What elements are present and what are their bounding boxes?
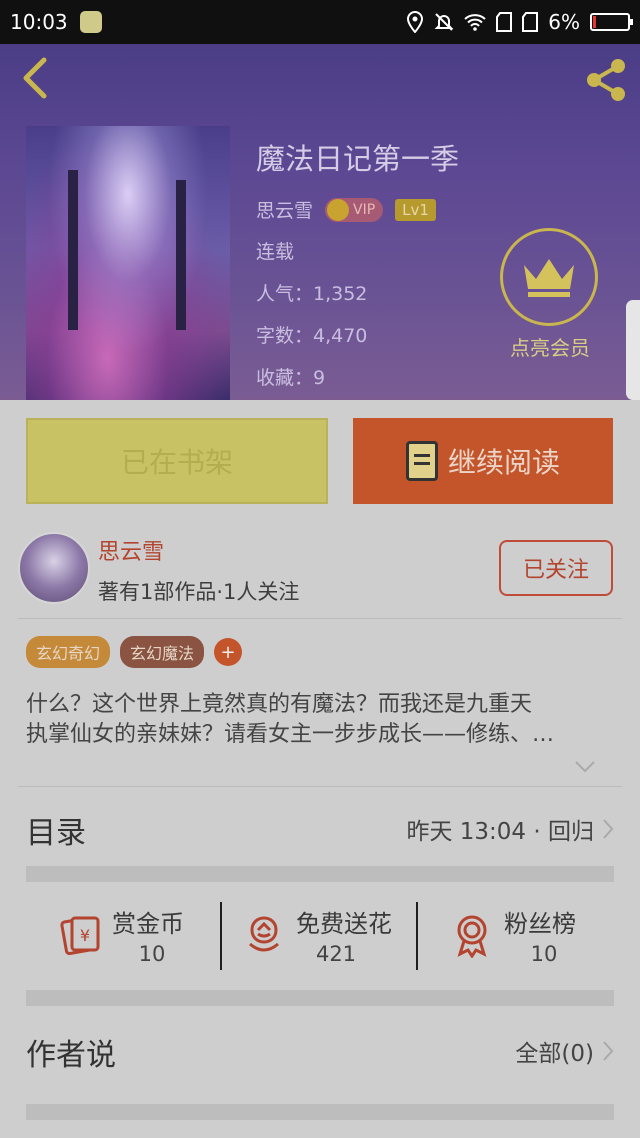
section-gap: [26, 990, 614, 1006]
book-header: 魔法日记第一季 思云雪 VIP Lv1 连载 人气：1,352 字数：4,470…: [0, 44, 640, 400]
book-title: 魔法日记第一季: [256, 142, 460, 176]
cover-art: [176, 180, 186, 330]
book-favorites: 收藏：9: [256, 367, 326, 389]
author-row: 思云雪 VIP Lv1: [256, 196, 459, 223]
svg-text:¥: ¥: [80, 926, 90, 945]
fans-ranking-value: 10: [530, 942, 558, 966]
synopsis[interactable]: 什么？这个世界上竟然真的有魔法？而我还是九重天 执掌仙女的亲妹妹？请看女主一步步…: [26, 690, 616, 750]
medal-icon: [457, 915, 487, 958]
crown-icon: [327, 198, 350, 221]
author-notes-count: 全部(0): [515, 1041, 594, 1067]
member-label: 点亮会员: [510, 336, 590, 360]
continue-reading-button[interactable]: 继续阅读: [353, 418, 613, 504]
fans-ranking-label: 粉丝榜: [504, 910, 576, 938]
author-stats: 著有1部作品·1人关注: [98, 580, 300, 604]
author-notes-label: 作者说: [26, 1038, 116, 1073]
send-flowers-label: 免费送花: [296, 910, 392, 938]
battery-percent: 6%: [548, 10, 580, 34]
avatar[interactable]: [18, 532, 90, 604]
section-gap: [26, 1104, 614, 1120]
sim2-icon: [522, 12, 539, 32]
edge-handle[interactable]: [626, 300, 640, 400]
divider: [18, 618, 622, 619]
reward-coins-button[interactable]: ¥ 赏金币 10: [56, 892, 236, 982]
share-button[interactable]: [582, 56, 630, 104]
catalog-update: 昨天 13:04 · 回归: [406, 819, 594, 845]
location-icon: [407, 11, 424, 33]
chevron-right-icon: [603, 819, 614, 839]
book-info: 魔法日记第一季 思云雪 VIP Lv1 连载 人气：1,352 字数：4,470…: [256, 136, 459, 400]
book-popularity: 人气：1,352: [256, 283, 368, 305]
chevron-right-icon: [603, 1041, 614, 1061]
crown-icon: [524, 259, 574, 297]
tag-item[interactable]: 玄幻奇幻: [26, 636, 111, 668]
book-cover[interactable]: [26, 126, 230, 400]
chevron-left-icon: [23, 57, 47, 99]
section-gap: [26, 866, 614, 882]
tag-list: 玄幻奇幻 玄幻魔法 +: [26, 636, 243, 668]
battery-level: [593, 16, 596, 28]
battery-icon: [590, 13, 633, 31]
divider: [220, 902, 222, 970]
sim1-icon: [496, 12, 513, 32]
add-tag-button[interactable]: +: [214, 638, 243, 666]
cover-art: [68, 170, 78, 330]
catalog-label: 目录: [26, 816, 86, 851]
status-icons: 6%: [406, 10, 633, 34]
author-notes-row[interactable]: 作者说 全部(0): [0, 1010, 640, 1088]
red-envelope-icon: ¥: [60, 916, 100, 956]
send-flowers-button[interactable]: 免费送花 421: [240, 892, 420, 982]
reward-coins-label: 赏金币: [112, 910, 184, 938]
book-author[interactable]: 思云雪: [256, 196, 313, 223]
follow-button[interactable]: 已关注: [499, 540, 613, 596]
mute-icon: [434, 13, 454, 31]
member-button[interactable]: 点亮会员: [500, 228, 600, 361]
synopsis-line: 什么？这个世界上竟然真的有魔法？而我还是九重天: [26, 692, 533, 717]
chevron-down-icon[interactable]: [574, 760, 596, 774]
vip-badge: VIP: [325, 197, 384, 222]
author-card[interactable]: 思云雪 著有1部作品·1人关注 已关注: [0, 526, 640, 614]
synopsis-line: 执掌仙女的亲妹妹？请看女主一步步成长——修练、…: [26, 722, 555, 747]
tag-item[interactable]: 玄幻魔法: [120, 636, 205, 668]
follow-label: 已关注: [522, 558, 589, 583]
status-time: 10:03: [10, 10, 68, 34]
vip-label: VIP: [353, 201, 376, 218]
fans-ranking-button[interactable]: 粉丝榜 10: [448, 892, 628, 982]
book-status: 连载: [256, 241, 295, 263]
back-button[interactable]: [16, 56, 56, 100]
in-shelf-button[interactable]: 已在书架: [26, 418, 328, 504]
share-icon: [587, 59, 625, 101]
in-shelf-label: 已在书架: [120, 446, 233, 479]
stats-bar: ¥ 赏金币 10 免费送花 421 粉丝榜 10: [0, 892, 640, 982]
app-notification-icon: [79, 11, 102, 33]
status-bar: 10:03 6%: [0, 0, 640, 44]
book-detail-content: 已在书架 继续阅读 思云雪 著有1部作品·1人关注 已关注 玄幻奇幻 玄幻魔法 …: [0, 400, 640, 1138]
reward-coins-value: 10: [138, 942, 166, 966]
book-icon: [405, 441, 438, 481]
continue-reading-label: 继续阅读: [447, 446, 560, 479]
divider: [18, 786, 622, 787]
wifi-icon: [464, 14, 486, 31]
flower-icon: [249, 916, 279, 952]
book-word-count: 字数：4,470: [256, 325, 368, 347]
member-circle: [500, 228, 598, 326]
catalog-row[interactable]: 目录 昨天 13:04 · 回归: [0, 788, 640, 866]
divider: [416, 902, 418, 970]
author-name[interactable]: 思云雪: [98, 534, 164, 566]
send-flowers-value: 421: [315, 942, 357, 966]
level-badge: Lv1: [395, 198, 436, 221]
